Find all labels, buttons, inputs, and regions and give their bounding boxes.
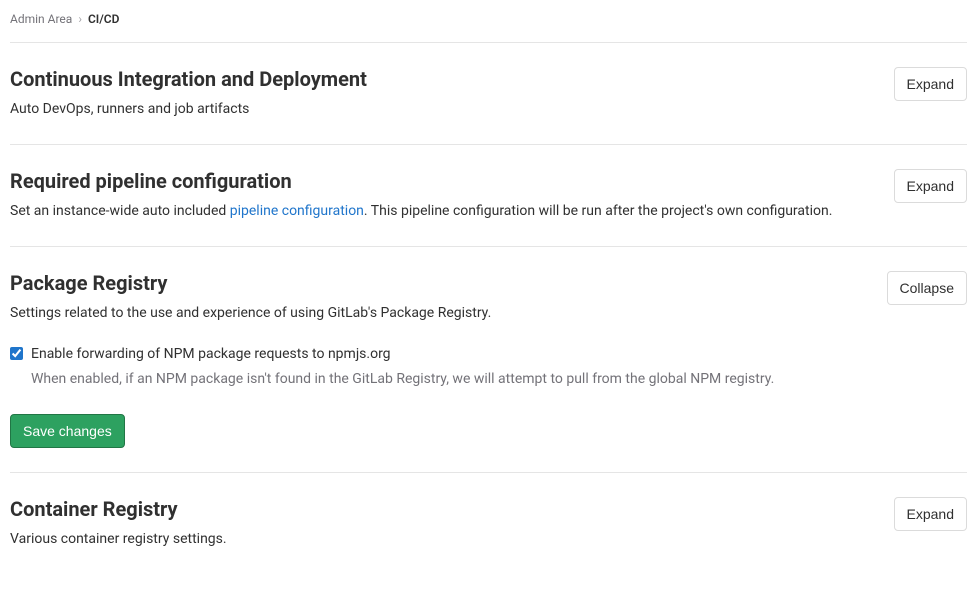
expand-button-container[interactable]: Expand <box>894 497 967 531</box>
npm-forwarding-help: When enabled, if an NPM package isn't fo… <box>31 369 967 390</box>
desc-text-suffix: . This pipeline configuration will be ru… <box>364 203 833 219</box>
chevron-right-icon: › <box>78 12 82 26</box>
npm-forwarding-checkbox[interactable] <box>10 347 23 360</box>
npm-forwarding-option: Enable forwarding of NPM package request… <box>10 344 967 365</box>
breadcrumb-parent[interactable]: Admin Area <box>10 12 72 26</box>
npm-forwarding-label[interactable]: Enable forwarding of NPM package request… <box>31 344 391 365</box>
collapse-button-package[interactable]: Collapse <box>887 271 967 305</box>
section-package-registry: Package Registry Settings related to the… <box>10 247 967 472</box>
section-pipeline: Required pipeline configuration Set an i… <box>10 145 967 246</box>
breadcrumb-current: CI/CD <box>88 12 120 26</box>
section-title-package: Package Registry <box>10 271 871 295</box>
section-container-registry: Container Registry Various container reg… <box>10 473 967 562</box>
section-desc-package: Settings related to the use and experien… <box>10 303 871 324</box>
expand-button-cicd[interactable]: Expand <box>894 67 967 101</box>
save-changes-button[interactable]: Save changes <box>10 414 125 448</box>
section-title-cicd: Continuous Integration and Deployment <box>10 67 878 91</box>
section-desc-container: Various container registry settings. <box>10 529 878 550</box>
desc-text-prefix: Set an instance-wide auto included <box>10 203 230 219</box>
expand-button-pipeline[interactable]: Expand <box>894 169 967 203</box>
pipeline-config-link[interactable]: pipeline configuration <box>230 203 364 219</box>
breadcrumb: Admin Area › CI/CD <box>10 12 967 26</box>
section-title-pipeline: Required pipeline configuration <box>10 169 878 193</box>
section-desc-cicd: Auto DevOps, runners and job artifacts <box>10 99 878 120</box>
section-cicd: Continuous Integration and Deployment Au… <box>10 43 967 144</box>
section-desc-pipeline: Set an instance-wide auto included pipel… <box>10 201 878 222</box>
section-title-container: Container Registry <box>10 497 878 521</box>
